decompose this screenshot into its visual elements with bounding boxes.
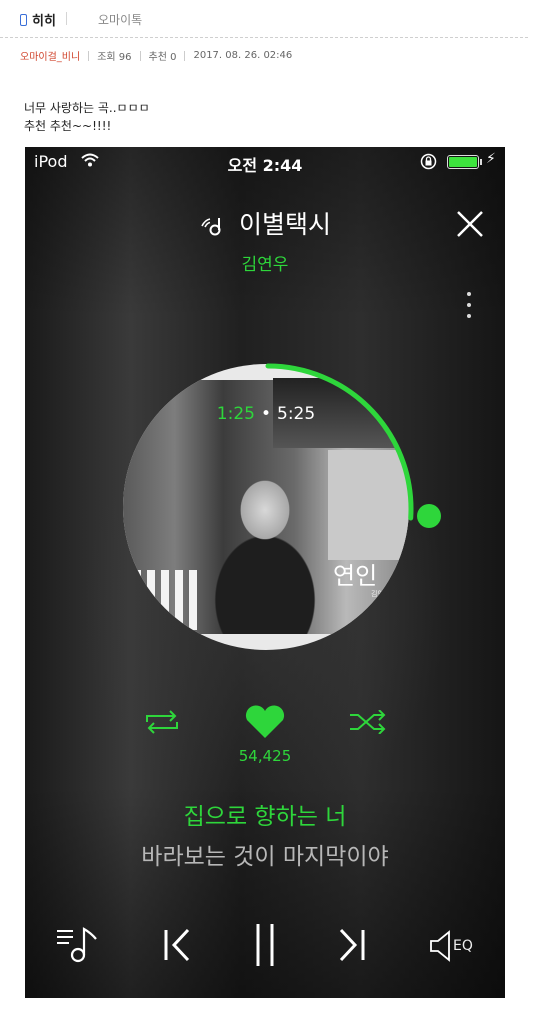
playlist-icon[interactable]	[55, 925, 101, 967]
song-title: 이별택시	[238, 210, 331, 239]
post-line-2: 추천 추천~~!!!!	[24, 119, 112, 133]
playback-controls: EQ	[25, 917, 505, 977]
lyric-current[interactable]: 집으로 향하는 너	[25, 797, 505, 831]
tab-active[interactable]: 히히	[20, 10, 56, 29]
shuffle-icon[interactable]	[348, 710, 388, 734]
album-disc[interactable]: 1:25 • 5:25 연인 김연	[118, 359, 418, 659]
player-screenshot: iPod 오전 2:44 ⚡ 이별택시 김연우 1:25 • 5:25 연인 김…	[25, 147, 505, 998]
post-meta: 오마이걸_비니 조회 96 추천 0 2017. 08. 26. 02:46	[20, 48, 292, 63]
heart-icon[interactable]	[244, 705, 286, 739]
battery-icon	[447, 155, 482, 169]
repeat-icon[interactable]	[143, 710, 181, 734]
recommend-count: 추천 0	[148, 52, 177, 63]
progress-ring[interactable]	[118, 359, 418, 659]
tab-active-label: 히히	[32, 14, 56, 29]
meta-divider	[184, 50, 186, 61]
tab-omaitalk[interactable]: 오마이톡	[98, 11, 142, 28]
previous-icon[interactable]	[162, 927, 192, 963]
tab-divider	[66, 12, 67, 25]
eq-label: EQ	[453, 938, 473, 954]
lyric-next[interactable]: 바라보는 것이 마지막이야	[25, 837, 505, 871]
lock-rotation-icon	[420, 153, 437, 170]
like-count: 54,425	[238, 747, 292, 765]
speaker-icon	[430, 930, 450, 962]
pause-icon[interactable]	[253, 922, 277, 968]
tab-bar: 히히 오마이톡	[0, 0, 533, 38]
progress-handle[interactable]	[417, 504, 441, 528]
status-bar: iPod 오전 2:44 ⚡	[25, 147, 505, 177]
charging-icon: ⚡	[486, 151, 496, 167]
more-icon[interactable]	[463, 292, 475, 326]
meta-divider	[139, 50, 141, 61]
post-date: 2017. 08. 26. 02:46	[193, 50, 293, 61]
close-icon[interactable]	[455, 209, 485, 239]
post-body: 너무 사랑하는 곡..ㅁㅁㅁ 추천 추천~~!!!!	[24, 99, 150, 135]
song-header: 이별택시	[25, 205, 505, 241]
artist-name[interactable]: 김연우	[25, 250, 505, 275]
meta-divider	[88, 50, 90, 61]
eq-button[interactable]: EQ	[429, 929, 479, 963]
action-row	[25, 702, 505, 742]
mic-icon[interactable]	[199, 215, 225, 237]
divider	[0, 37, 528, 38]
post-author[interactable]: 오마이걸_비니	[20, 48, 80, 63]
phone-icon	[20, 13, 27, 26]
view-count: 조회 96	[97, 52, 132, 63]
next-icon[interactable]	[337, 927, 367, 963]
post-line-1: 너무 사랑하는 곡..ㅁㅁㅁ	[24, 101, 150, 115]
